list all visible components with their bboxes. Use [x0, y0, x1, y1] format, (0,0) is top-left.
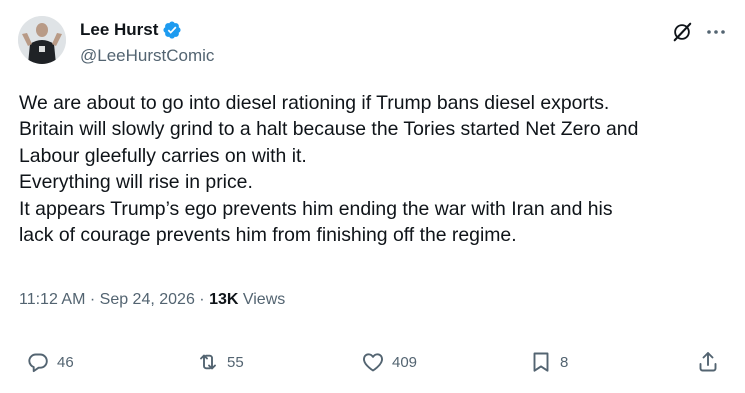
bookmark-icon [533, 352, 549, 372]
views-label: Views [238, 291, 286, 308]
retweet-button[interactable]: 55 [196, 345, 244, 379]
reply-count: 46 [57, 353, 74, 371]
share-icon [699, 352, 717, 372]
tweet-meta: 11:12 AM · Sep 24, 2026 · 13K Views [19, 289, 285, 311]
tweet-time[interactable]: 11:12 AM [19, 291, 85, 308]
meta-separator: · [194, 291, 210, 308]
more-options-icon[interactable] [704, 20, 728, 44]
tweet-text-line: Everything will rise in price. [19, 171, 253, 194]
views-count[interactable]: 13K [209, 291, 238, 308]
tweet-text-line: lack of courage prevents him from finish… [19, 224, 517, 247]
reply-button[interactable]: 46 [26, 345, 74, 379]
avatar-image [18, 16, 66, 64]
grok-icon[interactable] [671, 21, 693, 43]
tweet-text-line: Britain will slowly grind to a halt beca… [19, 118, 639, 141]
avatar[interactable] [18, 16, 66, 64]
meta-separator: · [85, 291, 100, 308]
tweet-date[interactable]: Sep 24, 2026 [100, 291, 195, 308]
retweet-count: 55 [227, 353, 244, 371]
tweet-text-line: It appears Trump’s ego prevents him endi… [19, 197, 613, 220]
like-count: 409 [392, 353, 418, 371]
author-display-name[interactable]: Lee Hurst [80, 20, 158, 40]
tweet-actions: 46 55 409 8 [0, 345, 745, 379]
tweet-text: We are about to go into diesel rationing… [19, 90, 731, 248]
reply-icon [28, 353, 48, 373]
tweet-card: Lee Hurst @LeeHurstComic We are about to… [0, 0, 745, 393]
author-name-row: Lee Hurst [80, 19, 182, 41]
retweet-icon [200, 354, 216, 370]
tweet-text-line: We are about to go into diesel rationing… [19, 92, 610, 114]
tweet-text-line: Labour gleefully carries on with it. [19, 144, 307, 167]
bookmark-button[interactable]: 8 [529, 345, 568, 379]
heart-icon [363, 353, 383, 372]
verified-badge-icon[interactable] [162, 20, 182, 40]
like-button[interactable]: 409 [361, 345, 417, 379]
bookmark-count: 8 [560, 353, 569, 371]
share-button[interactable] [696, 345, 720, 379]
author-handle[interactable]: @LeeHurstComic [80, 46, 214, 66]
